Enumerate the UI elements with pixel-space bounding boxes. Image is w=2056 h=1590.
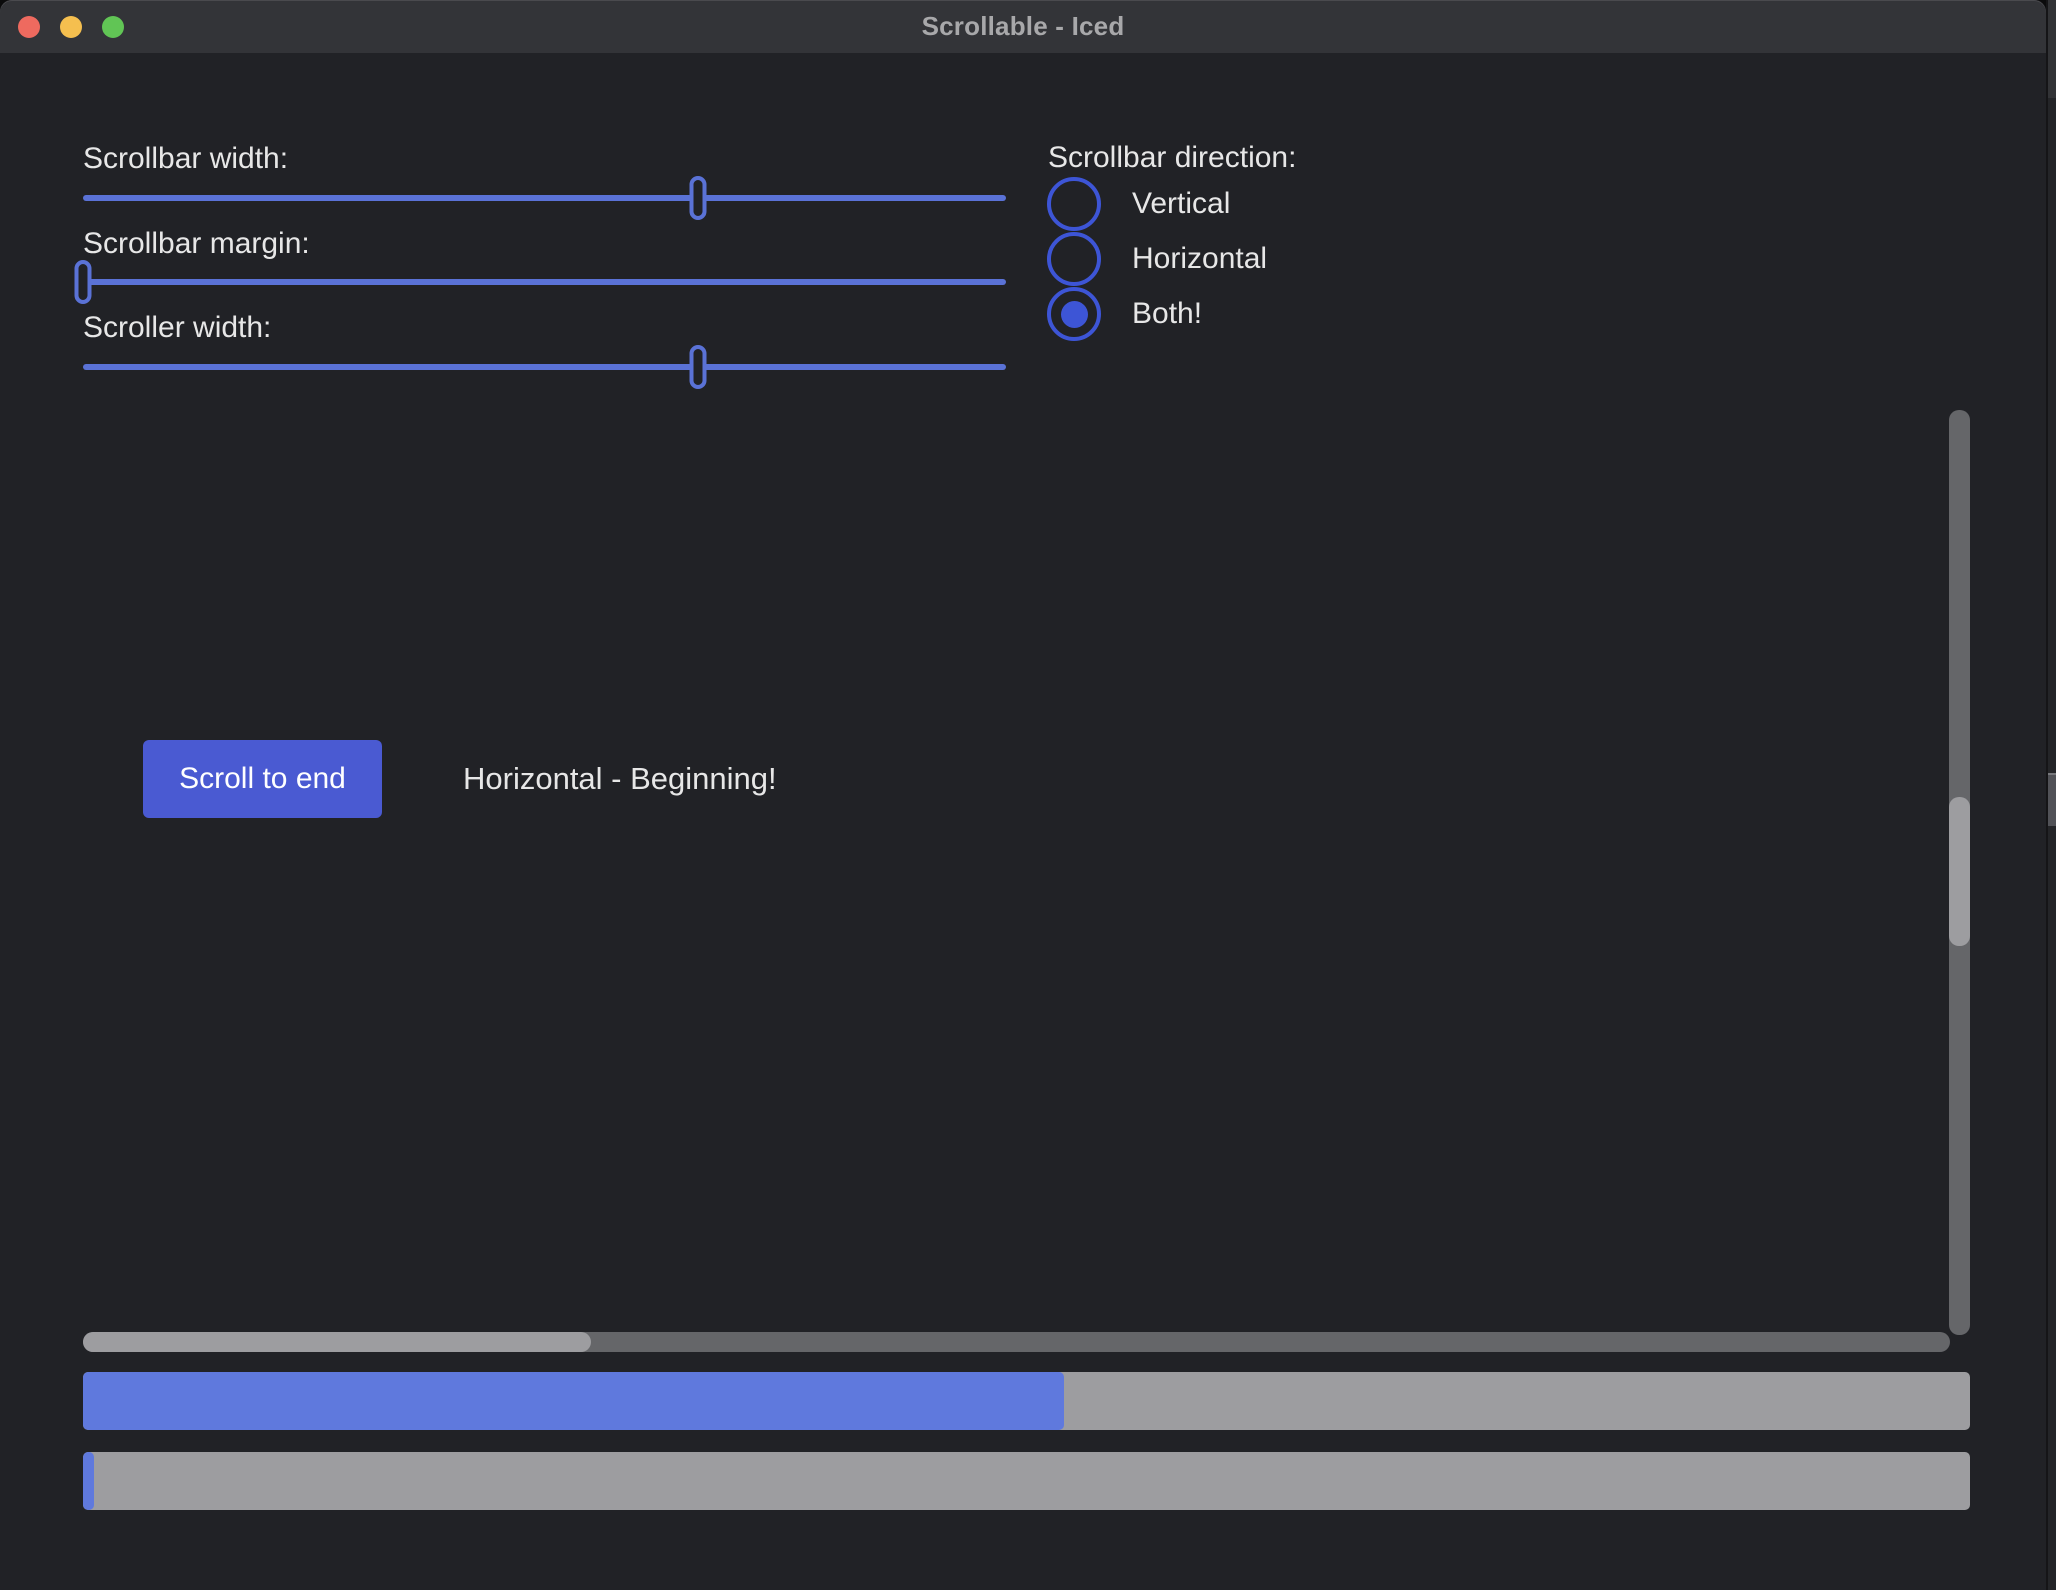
slider-handle[interactable] [689, 176, 706, 220]
background-window-edge [2046, 0, 2056, 1590]
scroll-status-text: Horizontal - Beginning! [463, 740, 777, 818]
background-window-scrollbar-edge [2048, 773, 2056, 826]
horizontal-progress-bar [83, 1452, 1970, 1510]
radio-vertical-label: Vertical [1132, 187, 1230, 221]
scroller-width-slider[interactable] [83, 345, 1006, 389]
scrollbar-width-label: Scrollbar width: [83, 141, 288, 177]
radio-circle-icon[interactable] [1047, 287, 1101, 341]
radio-circle-icon[interactable] [1047, 177, 1101, 231]
radio-horizontal-label: Horizontal [1132, 242, 1267, 276]
radio-both-label: Both! [1132, 297, 1202, 331]
horizontal-scroller-thumb[interactable] [83, 1332, 591, 1352]
radio-horizontal[interactable]: Horizontal [1047, 232, 1267, 286]
scroller-width-label: Scroller width: [83, 310, 271, 346]
vertical-scroller-thumb[interactable] [1949, 797, 1970, 946]
radio-both[interactable]: Both! [1047, 287, 1202, 341]
scrollbar-margin-slider[interactable] [83, 260, 1006, 304]
scrollbar-direction-label: Scrollbar direction: [1048, 140, 1296, 176]
radio-circle-icon[interactable] [1047, 232, 1101, 286]
app-window: Scrollable - Iced Scrollbar width: Scrol… [0, 0, 2046, 1590]
window-title: Scrollable - Iced [922, 11, 1125, 42]
scroll-to-end-button[interactable]: Scroll to end [143, 740, 382, 818]
scrollbar-width-slider[interactable] [83, 176, 1006, 220]
close-button[interactable] [18, 16, 40, 38]
zoom-button[interactable] [102, 16, 124, 38]
slider-handle[interactable] [75, 260, 92, 304]
minimize-button[interactable] [60, 16, 82, 38]
horizontal-scrollbar[interactable] [83, 1332, 1950, 1352]
progress-fill [83, 1452, 94, 1510]
traffic-lights [18, 16, 124, 38]
slider-handle[interactable] [689, 345, 706, 389]
slider-rail[interactable] [83, 279, 1006, 285]
vertical-progress-bar [83, 1372, 1970, 1430]
radio-dot-icon [1061, 301, 1088, 328]
slider-rail[interactable] [83, 364, 1006, 370]
scrollbar-margin-label: Scrollbar margin: [83, 226, 310, 262]
radio-vertical[interactable]: Vertical [1047, 177, 1230, 231]
background-window-titlebar-edge [2048, 0, 2056, 98]
titlebar: Scrollable - Iced [0, 0, 2046, 53]
progress-fill [83, 1372, 1064, 1430]
slider-rail[interactable] [83, 195, 1006, 201]
vertical-scrollbar[interactable] [1949, 410, 1970, 1335]
